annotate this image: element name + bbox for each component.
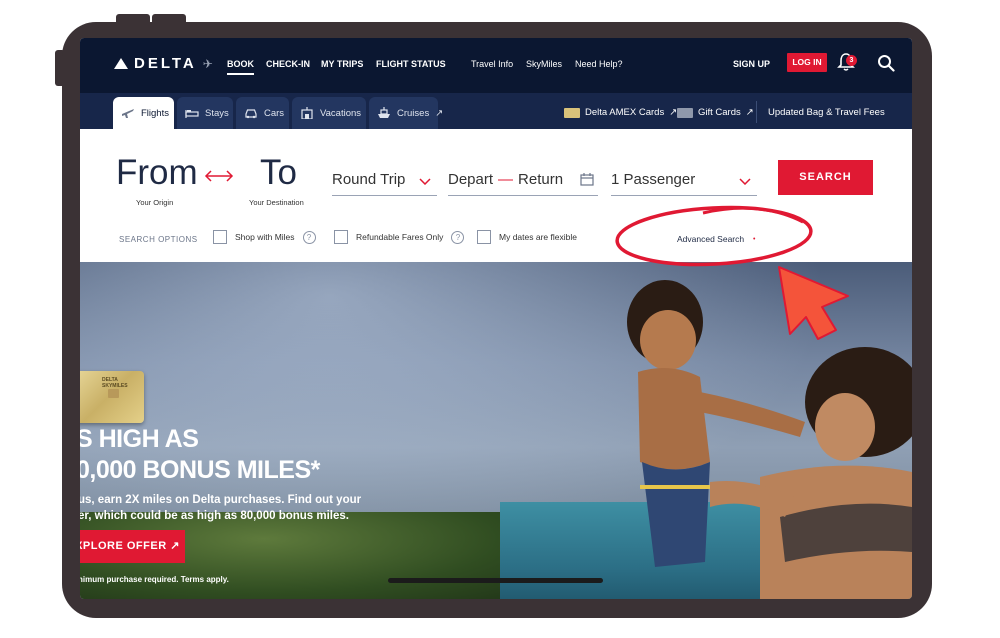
passenger-value: 1 Passenger xyxy=(611,171,696,188)
plane-icon xyxy=(122,109,134,118)
tab-cruises[interactable]: Cruises ↗ xyxy=(369,97,443,129)
link-label: Gift Cards xyxy=(698,107,741,118)
tab-label: Stays xyxy=(205,107,229,119)
option-label: My dates are flexible xyxy=(499,232,577,242)
tab-stays[interactable]: Stays xyxy=(177,97,233,129)
tab-cars[interactable]: Cars xyxy=(236,97,289,129)
date-picker-field[interactable]: Depart — Return xyxy=(448,164,598,196)
hero-photo-people xyxy=(627,280,912,599)
hero-banner: DELTA SKYMILES S HIGH AS 0,000 BONUS MIL… xyxy=(80,262,912,599)
promo-body-line2: er, which could be as high as 80,000 bon… xyxy=(80,510,349,522)
help-icon[interactable]: ? xyxy=(451,230,465,244)
depart-label: Depart xyxy=(448,171,494,188)
advanced-search-link[interactable]: Advanced Search xyxy=(677,234,744,244)
explore-offer-button[interactable]: XPLORE OFFER ↗ xyxy=(80,530,185,563)
external-link-icon: ↗ xyxy=(435,107,444,119)
search-options-label: SEARCH OPTIONS xyxy=(119,235,198,244)
gift-cards-link[interactable]: Gift Cards ↗ xyxy=(677,107,754,118)
link-label: Updated Bag & Travel Fees xyxy=(768,107,885,118)
hotel-icon xyxy=(301,107,313,119)
flight-search-widget: From Your Origin To Your Destination Rou… xyxy=(80,129,912,262)
nav-need-help[interactable]: Need Help? xyxy=(575,59,623,69)
trip-type-select[interactable]: Round Trip xyxy=(332,164,437,196)
tab-label: Cars xyxy=(264,107,285,119)
brand-name: DELTA xyxy=(134,55,197,72)
log-in-button[interactable]: LOG IN xyxy=(787,53,827,72)
date-separator: — xyxy=(498,171,514,188)
nav-travel-info[interactable]: Travel Info xyxy=(471,59,513,69)
origin-field[interactable]: From xyxy=(116,153,198,193)
product-tabs-bar: Flights Stays Cars Vacations Cruises ↗ D… xyxy=(80,93,912,129)
return-label: Return xyxy=(518,171,564,188)
nav-check-in[interactable]: CHECK-IN xyxy=(266,59,310,69)
option-label: Refundable Fares Only xyxy=(356,232,444,242)
nav-my-trips[interactable]: MY TRIPS xyxy=(321,59,363,69)
credit-card-icon xyxy=(564,107,580,118)
home-indicator xyxy=(388,578,603,583)
trip-type-value: Round Trip xyxy=(332,171,406,188)
option-refundable-fares[interactable]: Refundable Fares Only ? xyxy=(334,230,465,244)
nav-flight-status[interactable]: FLIGHT STATUS xyxy=(376,59,446,69)
option-flexible-dates[interactable]: My dates are flexible xyxy=(477,230,577,244)
option-shop-with-miles[interactable]: Shop with Miles ? xyxy=(213,230,316,244)
swap-arrow-icon[interactable] xyxy=(204,169,234,183)
external-link-icon: ↗ xyxy=(669,107,678,118)
checkbox[interactable] xyxy=(334,230,348,244)
delta-amex-cards-link[interactable]: Delta AMEX Cards ↗ xyxy=(564,107,677,118)
search-button[interactable]: SEARCH xyxy=(778,160,873,195)
tab-vacations[interactable]: Vacations xyxy=(292,97,366,129)
nav-book[interactable]: BOOK xyxy=(227,59,254,75)
bed-icon xyxy=(185,110,199,118)
help-icon[interactable]: ? xyxy=(302,230,316,244)
promo-body-line1: us, earn 2X miles on Delta purchases. Fi… xyxy=(80,494,362,506)
checkbox[interactable] xyxy=(213,230,227,244)
globe-icon: ✈ xyxy=(202,56,213,71)
bag-fees-link[interactable]: Updated Bag & Travel Fees xyxy=(768,107,885,118)
browser-screen: DELTA ✈ BOOK CHECK-IN MY TRIPS FLIGHT ST… xyxy=(80,38,912,599)
promo-fineprint: nimum purchase required. Terms apply. xyxy=(80,575,229,584)
delta-logo[interactable]: DELTA ✈ xyxy=(114,55,213,72)
tab-flights[interactable]: Flights xyxy=(113,97,174,129)
search-icon[interactable] xyxy=(877,54,895,72)
chevron-down-icon xyxy=(739,178,751,185)
card-chip xyxy=(108,389,119,398)
tab-label: Cruises xyxy=(397,107,430,119)
top-navigation: DELTA ✈ BOOK CHECK-IN MY TRIPS FLIGHT ST… xyxy=(80,38,912,93)
destination-caption: Your Destination xyxy=(249,198,304,207)
divider xyxy=(756,101,757,123)
advanced-search-marker: • xyxy=(753,236,756,243)
promo-headline-line1: S HIGH AS xyxy=(80,425,199,453)
destination-field[interactable]: To xyxy=(260,153,297,193)
link-label: Delta AMEX Cards xyxy=(585,107,665,118)
car-icon xyxy=(245,108,257,118)
widget-logo-icon xyxy=(114,58,128,69)
promo-headline-line2: 0,000 BONUS MILES* xyxy=(80,456,320,484)
nav-skymiles[interactable]: SkyMiles xyxy=(526,59,562,69)
chevron-down-icon xyxy=(419,178,431,185)
passenger-select[interactable]: 1 Passenger xyxy=(611,164,757,196)
calendar-icon xyxy=(580,173,594,186)
checkbox[interactable] xyxy=(477,230,491,244)
notification-badge: 3 xyxy=(846,55,857,66)
gift-card-icon xyxy=(677,107,693,118)
origin-caption: Your Origin xyxy=(136,198,174,207)
external-link-icon: ↗ xyxy=(745,107,754,118)
option-label: Shop with Miles xyxy=(235,232,295,242)
ship-icon xyxy=(378,107,390,118)
sign-up-link[interactable]: SIGN UP xyxy=(733,59,770,69)
tab-label: Flights xyxy=(141,107,169,119)
amex-card-image: DELTA SKYMILES xyxy=(80,371,144,423)
tab-label: Vacations xyxy=(320,107,362,119)
